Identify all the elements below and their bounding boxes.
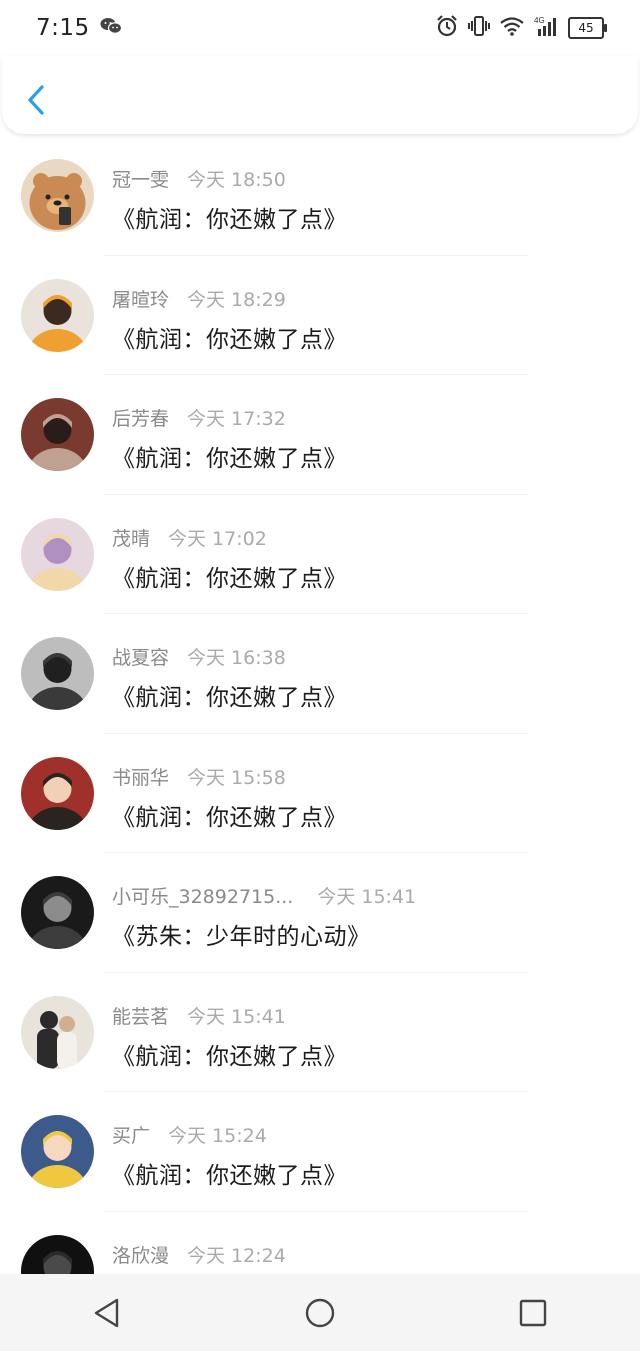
list-item[interactable]: 战夏容 今天 16:38 《航润：你还嫩了点》 <box>0 614 640 734</box>
user-name[interactable]: 后芳春 <box>112 408 169 430</box>
battery-icon: 45 <box>568 17 607 39</box>
user-name[interactable]: 战夏容 <box>112 647 169 669</box>
entry-meta: 茂晴 今天 17:02 <box>112 524 267 551</box>
system-nav-bar <box>0 1274 640 1351</box>
nav-home-button[interactable] <box>300 1293 340 1333</box>
signal-icon: 4G <box>534 15 558 41</box>
book-title[interactable]: 《航润：你还嫩了点》 <box>112 320 347 354</box>
list-item[interactable]: 茂晴 今天 17:02 《航润：你还嫩了点》 <box>0 495 640 614</box>
user-name[interactable]: 洛欣漫 <box>112 1245 169 1267</box>
entry-time: 今天 15:41 <box>187 1005 286 1028</box>
entry-time: 今天 17:02 <box>168 527 267 550</box>
book-title[interactable]: 《航润：你还嫩了点》 <box>112 1156 347 1190</box>
entry-meta: 后芳春 今天 17:32 <box>112 404 286 431</box>
avatar[interactable] <box>21 637 94 710</box>
entry-meta: 买广 今天 15:24 <box>112 1121 267 1148</box>
list-item[interactable]: 后芳春 今天 17:32 《航润：你还嫩了点》 <box>0 375 640 495</box>
entry-meta: 冠一雯 今天 18:50 <box>112 165 286 192</box>
book-title[interactable]: 《航润：你还嫩了点》 <box>112 439 347 473</box>
back-button[interactable] <box>22 80 52 120</box>
avatar[interactable] <box>21 1234 94 1274</box>
list-item[interactable]: 能芸茗 今天 15:41 《航润：你还嫩了点》 <box>0 973 640 1092</box>
entry-meta: 小可乐_32892715... 今天 15:41 <box>112 882 416 909</box>
entry-meta: 书丽华 今天 15:58 <box>112 763 286 790</box>
entry-meta: 洛欣漫 今天 12:24 <box>112 1241 286 1268</box>
entry-time: 今天 18:50 <box>187 169 286 191</box>
nav-back-button[interactable] <box>87 1293 127 1333</box>
svg-text:4G: 4G <box>534 16 545 25</box>
list-item[interactable]: 书丽华 今天 15:58 《航润：你还嫩了点》 <box>0 734 640 853</box>
user-name[interactable]: 买广 <box>112 1125 150 1147</box>
nav-recents-button[interactable] <box>513 1293 553 1333</box>
alarm-icon <box>436 15 458 41</box>
entry-time: 今天 12:24 <box>187 1244 286 1267</box>
status-bar: 7:15 4G 45 <box>0 0 640 56</box>
avatar[interactable] <box>21 876 94 949</box>
book-title[interactable]: 《航润：你还嫩了点》 <box>112 1037 347 1071</box>
entry-time: 今天 18:29 <box>187 288 286 311</box>
book-title[interactable]: 《航润：你还嫩了点》 <box>112 200 347 234</box>
avatar[interactable] <box>21 756 94 830</box>
list-item[interactable]: 冠一雯 今天 18:50 《航润：你还嫩了点》 <box>0 136 640 256</box>
entry-time: 今天 15:24 <box>168 1125 267 1147</box>
wifi-icon <box>500 16 524 40</box>
user-name[interactable]: 小可乐_32892715... <box>112 886 293 908</box>
avatar[interactable] <box>21 517 94 591</box>
vibrate-icon <box>468 15 490 41</box>
entry-time: 今天 16:38 <box>187 647 286 669</box>
list-item[interactable]: 小可乐_32892715... 今天 15:41 《苏朱：少年时的心动》 <box>0 853 640 973</box>
entry-meta: 战夏容 今天 16:38 <box>112 643 286 670</box>
wechat-icon <box>100 17 122 39</box>
user-name[interactable]: 茂晴 <box>112 528 150 550</box>
avatar[interactable] <box>21 1115 94 1188</box>
entry-meta: 屠暄玲 今天 18:29 <box>112 285 286 312</box>
avatar[interactable] <box>21 159 94 232</box>
avatar[interactable] <box>21 398 94 471</box>
top-bar <box>2 56 638 134</box>
book-title[interactable]: 《航润：你还嫩了点》 <box>112 559 347 593</box>
reader-list: 冠一雯 今天 18:50 《航润：你还嫩了点》 屠暄玲 今天 18:29 《航润：你还嫩… <box>0 136 640 1274</box>
user-name[interactable]: 冠一雯 <box>112 169 169 191</box>
list-item[interactable]: 买广 今天 15:24 《航润：你还嫩了点》 <box>0 1092 640 1212</box>
entry-meta: 能芸茗 今天 15:41 <box>112 1002 286 1029</box>
avatar[interactable] <box>21 995 94 1069</box>
entry-time: 今天 17:32 <box>187 408 286 430</box>
book-title[interactable]: 《航润：你还嫩了点》 <box>112 798 347 832</box>
avatar[interactable] <box>21 278 94 352</box>
list-item[interactable]: 屠暄玲 今天 18:29 《航润：你还嫩了点》 <box>0 256 640 375</box>
user-name[interactable]: 书丽华 <box>112 767 169 789</box>
book-title[interactable]: 《苏朱：少年时的心动》 <box>112 917 371 951</box>
list-item[interactable]: 洛欣漫 今天 12:24 <box>0 1212 640 1274</box>
user-name[interactable]: 屠暄玲 <box>112 289 169 311</box>
entry-time: 今天 15:58 <box>187 766 286 789</box>
entry-time: 今天 15:41 <box>317 886 417 908</box>
book-title[interactable]: 《航润：你还嫩了点》 <box>112 678 347 712</box>
status-time: 7:15 <box>36 15 90 41</box>
user-name[interactable]: 能芸茗 <box>112 1006 169 1028</box>
